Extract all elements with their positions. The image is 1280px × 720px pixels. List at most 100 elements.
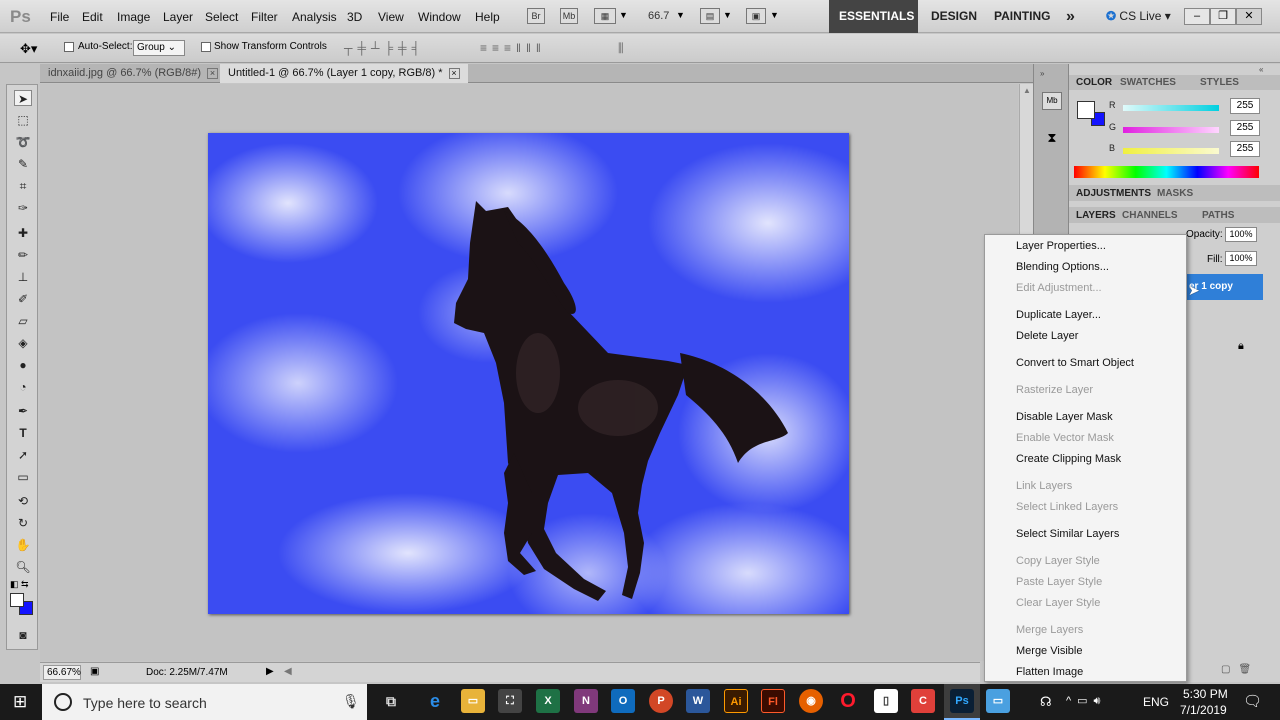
paint-bucket-icon[interactable]: ◈ [14, 335, 32, 351]
ctx-select-similar-layers[interactable]: Select Similar Layers [1016, 528, 1119, 540]
marquee-tool-icon[interactable]: ⬚ [14, 112, 32, 128]
zoom-level-field[interactable]: 66.7 [648, 10, 669, 22]
auto-select-checkbox[interactable] [64, 42, 74, 52]
ctx-delete-layer[interactable]: Delete Layer [1016, 330, 1078, 342]
status-icon[interactable]: ▣ [90, 666, 99, 677]
tab-document-1[interactable]: idnxaiid.jpg @ 66.7% (RGB/8#) × [40, 64, 226, 83]
word-icon[interactable]: W [686, 689, 710, 713]
green-slider-track[interactable] [1123, 127, 1219, 133]
chevron-down-icon[interactable]: ▼ [619, 10, 628, 20]
opacity-field[interactable]: 100% [1225, 227, 1257, 242]
3d-orbit-icon[interactable]: ↻ [14, 515, 32, 531]
restore-button[interactable]: ❐ [1210, 8, 1236, 25]
eraser-tool-icon[interactable]: ▱ [14, 313, 32, 329]
align-icons[interactable]: ┬╪┴╞╪╡ [344, 41, 425, 55]
document-canvas[interactable] [208, 133, 849, 614]
menu-3d[interactable]: 3D [347, 10, 362, 24]
workspace-design[interactable]: DESIGN [921, 0, 987, 33]
menu-view[interactable]: View [378, 10, 404, 24]
mini-bridge-icon[interactable]: Mb [560, 8, 578, 24]
auto-align-icon[interactable]: ⫼ [618, 41, 624, 56]
foreground-color-swatch[interactable] [10, 593, 24, 607]
close-icon[interactable]: × [448, 68, 460, 79]
clone-stamp-icon[interactable]: ⊥ [14, 269, 32, 285]
menu-filter[interactable]: Filter [251, 10, 278, 24]
chevron-down-icon[interactable]: ▼ [723, 10, 732, 20]
notepad-icon[interactable]: ▯ [874, 689, 898, 713]
history-panel-icon[interactable]: ⧗ [1042, 130, 1062, 148]
people-icon[interactable]: ☊ [1040, 694, 1052, 710]
illustrator-icon[interactable]: Ai [724, 689, 748, 713]
ctx-layer-properties[interactable]: Layer Properties... [1016, 240, 1106, 252]
outlook-icon[interactable]: O [611, 689, 635, 713]
collapse-dock-icon[interactable]: » [1040, 69, 1044, 78]
path-select-icon[interactable]: ➚ [14, 447, 32, 463]
tab-swatches[interactable]: SWATCHES [1120, 77, 1176, 88]
app-window-icon[interactable]: ▭ [986, 689, 1010, 713]
workspace-painting[interactable]: PAINTING [984, 0, 1060, 33]
green-slider[interactable]: G 255 [1075, 120, 1275, 136]
pen-tool-icon[interactable]: ✒ [14, 403, 32, 419]
microphone-icon[interactable]: 🎙︎ [342, 693, 360, 710]
bridge-icon[interactable]: Br [527, 8, 545, 24]
tab-adjustments[interactable]: ADJUSTMENTS [1076, 188, 1151, 199]
quick-mask-icon[interactable]: ◙ [14, 627, 32, 643]
close-button[interactable]: ✕ [1236, 8, 1262, 25]
ctx-flatten-image[interactable]: Flatten Image [1016, 666, 1083, 678]
ctx-merge-visible[interactable]: Merge Visible [1016, 645, 1082, 657]
type-tool-icon[interactable]: T [14, 425, 32, 441]
tab-channels[interactable]: CHANNELS [1122, 210, 1178, 221]
file-explorer-icon[interactable]: ▭ [461, 689, 485, 713]
menu-image[interactable]: Image [117, 10, 150, 24]
onenote-icon[interactable]: N [574, 689, 598, 713]
move-tool-icon[interactable]: ➤ [14, 90, 32, 106]
menu-layer[interactable]: Layer [163, 10, 193, 24]
history-brush-icon[interactable]: ✐ [14, 291, 32, 307]
workspace-essentials[interactable]: ESSENTIALS [829, 0, 918, 33]
opera-icon[interactable]: O [836, 689, 860, 713]
ctx-convert-smart-object[interactable]: Convert to Smart Object [1016, 357, 1134, 369]
language-indicator[interactable]: ENG [1143, 695, 1169, 709]
camtasia-icon[interactable]: C [911, 689, 935, 713]
menu-help[interactable]: Help [475, 10, 500, 24]
shape-tool-icon[interactable]: ▭ [14, 469, 32, 485]
arrange-documents-icon[interactable]: ▤ [700, 8, 720, 24]
windows-start-icon[interactable]: ⊞ [13, 692, 27, 712]
hand-tool-icon[interactable]: ✋ [14, 537, 32, 553]
taskbar-search-box[interactable]: Type here to search 🎙︎ [42, 684, 367, 720]
flash-icon[interactable]: Fl [761, 689, 785, 713]
quick-select-icon[interactable]: ✎ [14, 156, 32, 172]
zoom-tool-icon[interactable]: 🔍︎ [14, 559, 32, 575]
store-icon[interactable]: ⛶ [498, 689, 522, 713]
zoom-percent-field[interactable]: 66.67% [43, 665, 81, 680]
powerpoint-icon[interactable]: P [649, 689, 673, 713]
red-slider-track[interactable] [1123, 105, 1219, 111]
firefox-icon[interactable]: ◉ [799, 689, 823, 713]
clock-date[interactable]: 7/1/2019 [1180, 703, 1227, 717]
distribute-icons[interactable]: ≡≡≡‖‖‖ [480, 41, 546, 55]
notifications-icon[interactable]: 🗨︎ [1243, 692, 1262, 710]
default-colors-icon[interactable]: ◧ ⇆ [10, 579, 29, 590]
clock-time[interactable]: 5:30 PM [1183, 687, 1228, 701]
blue-slider[interactable]: B 255 [1075, 141, 1275, 157]
tab-layers[interactable]: LAYERS [1076, 210, 1116, 221]
chevron-down-icon[interactable]: ▼ [676, 10, 685, 20]
layer-footer-icons[interactable]: ▢🗑︎ [1221, 664, 1259, 675]
close-icon[interactable]: × [207, 68, 219, 79]
status-menu-arrow-icon[interactable]: ▶ [266, 666, 274, 677]
3d-rotate-icon[interactable]: ⟲ [14, 493, 32, 509]
screen-mode-icon[interactable]: ▣ [746, 8, 766, 24]
red-slider[interactable]: R 255 [1075, 98, 1275, 114]
photoshop-taskbar-button[interactable]: Ps [944, 684, 980, 720]
menu-file[interactable]: File [50, 10, 69, 24]
crop-tool-icon[interactable]: ⌗ [14, 178, 32, 194]
move-tool-icon[interactable]: ✥▾ [20, 41, 37, 57]
ctx-create-clipping-mask[interactable]: Create Clipping Mask [1016, 453, 1121, 465]
tab-document-2[interactable]: Untitled-1 @ 66.7% (Layer 1 copy, RGB/8)… [220, 64, 468, 83]
lasso-tool-icon[interactable]: ➰ [14, 134, 32, 150]
edge-icon[interactable]: e [423, 689, 447, 713]
excel-icon[interactable]: X [536, 689, 560, 713]
ctx-disable-layer-mask[interactable]: Disable Layer Mask [1016, 411, 1113, 423]
menu-window[interactable]: Window [418, 10, 461, 24]
blue-value[interactable]: 255 [1230, 141, 1260, 157]
